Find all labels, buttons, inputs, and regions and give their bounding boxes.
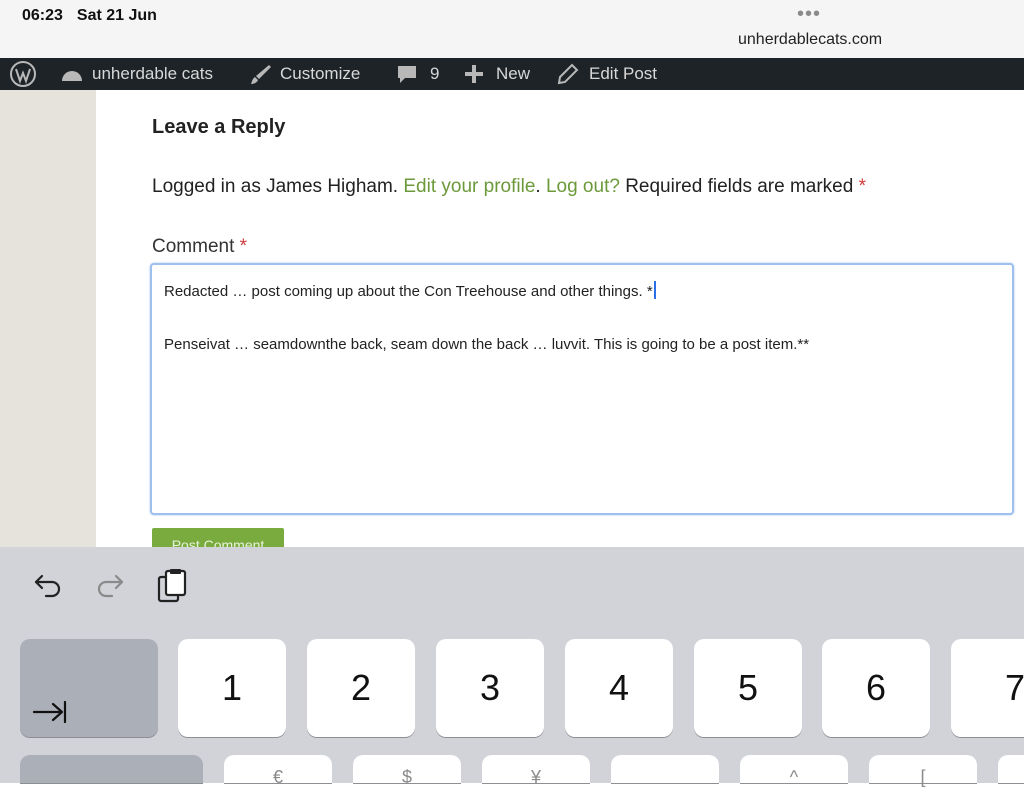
text-caret [653,281,656,299]
key-4-label: 4 [608,667,630,708]
key-euro-label: € [272,767,283,787]
key-4[interactable]: 4 [565,639,673,737]
plus-icon [465,65,483,83]
redo-icon[interactable] [94,568,126,605]
edit-post-label: Edit Post [589,64,658,83]
key-3-label: 3 [479,667,501,708]
dashboard-icon [62,71,82,81]
period-text: . [535,176,541,197]
pencil-icon [557,63,579,85]
caps-key[interactable] [20,755,203,783]
tab-key[interactable] [20,639,158,737]
tab-arrow-icon [32,700,67,724]
key-bracket[interactable]: [ [869,755,977,787]
comment-label-text: Comment [152,236,235,257]
key-3[interactable]: 3 [436,639,544,737]
key-5[interactable]: 5 [694,639,802,737]
key-dollar[interactable]: $ [353,755,461,787]
key-1-label: 1 [221,667,243,708]
wp-admin-bar: unherdable cats Customize 9 New Edit Pos… [0,58,1024,90]
key-caret[interactable]: ^ [740,755,848,787]
required-fields-text: Required fields are marked [625,176,854,197]
key-blank[interactable] [611,755,719,783]
multitasking-dots-icon[interactable]: ••• [797,4,821,24]
admin-site-link[interactable]: unherdable cats [60,58,213,90]
key-2-label: 2 [350,667,372,708]
site-name: unherdable cats [92,64,213,83]
key-bracket-label: [ [920,767,926,787]
logged-in-text: Logged in as James Higham. [152,176,399,197]
key-yen[interactable]: ¥ [482,755,590,787]
status-bar: 06:23 Sat 21 Jun ••• unherdablecats.com [0,0,1024,58]
comment-textarea[interactable]: Redacted … post coming up about the Con … [150,263,1014,515]
key-yen-label: ¥ [530,767,541,787]
key-euro[interactable]: € [224,755,332,787]
status-clock: 06:23 Sat 21 Jun [22,7,157,25]
undo-icon[interactable] [32,568,64,605]
admin-comments-link[interactable]: 9 [396,58,439,90]
key-edge[interactable] [998,755,1024,783]
required-asterisk: * [858,176,867,197]
log-out-link[interactable]: Log out? [546,176,620,197]
reply-heading: Leave a Reply [152,116,286,138]
status-time: 06:23 [22,7,63,24]
comments-count: 9 [430,64,440,83]
comment-line-1: Redacted … post coming up about the Con … [164,281,656,300]
edit-profile-link[interactable]: Edit your profile [403,176,535,197]
key-6-label: 6 [865,667,887,708]
admin-edit-post-link[interactable]: Edit Post [557,58,657,90]
page-margin [0,90,96,550]
comment-line-2: Penseivat … seamdownthe back, seam down … [164,336,810,353]
key-1[interactable]: 1 [178,639,286,737]
key-caret-label: ^ [789,767,799,787]
new-label: New [496,64,531,83]
comment-bubble-icon [398,66,416,83]
comment-line-1-text: Redacted … post coming up about the Con … [164,283,653,300]
key-5-label: 5 [737,667,759,708]
admin-new-link[interactable]: New [464,58,530,90]
address-url[interactable]: unherdablecats.com [738,31,882,49]
key-6[interactable]: 6 [822,639,930,737]
paste-icon[interactable] [156,568,188,609]
key-7-label: 7 [1004,667,1024,708]
key-dollar-label: $ [401,767,412,787]
key-7[interactable]: 7 [951,639,1024,737]
brush-icon [251,65,271,84]
status-date: Sat 21 Jun [76,7,157,24]
wordpress-logo-icon[interactable] [10,58,36,90]
key-2[interactable]: 2 [307,639,415,737]
comment-label: Comment * [152,236,247,258]
comment-required-asterisk: * [239,236,248,257]
logged-in-notice: Logged in as James Higham. Edit your pro… [152,176,866,198]
admin-customize-link[interactable]: Customize [250,58,360,90]
customize-label: Customize [280,64,361,83]
